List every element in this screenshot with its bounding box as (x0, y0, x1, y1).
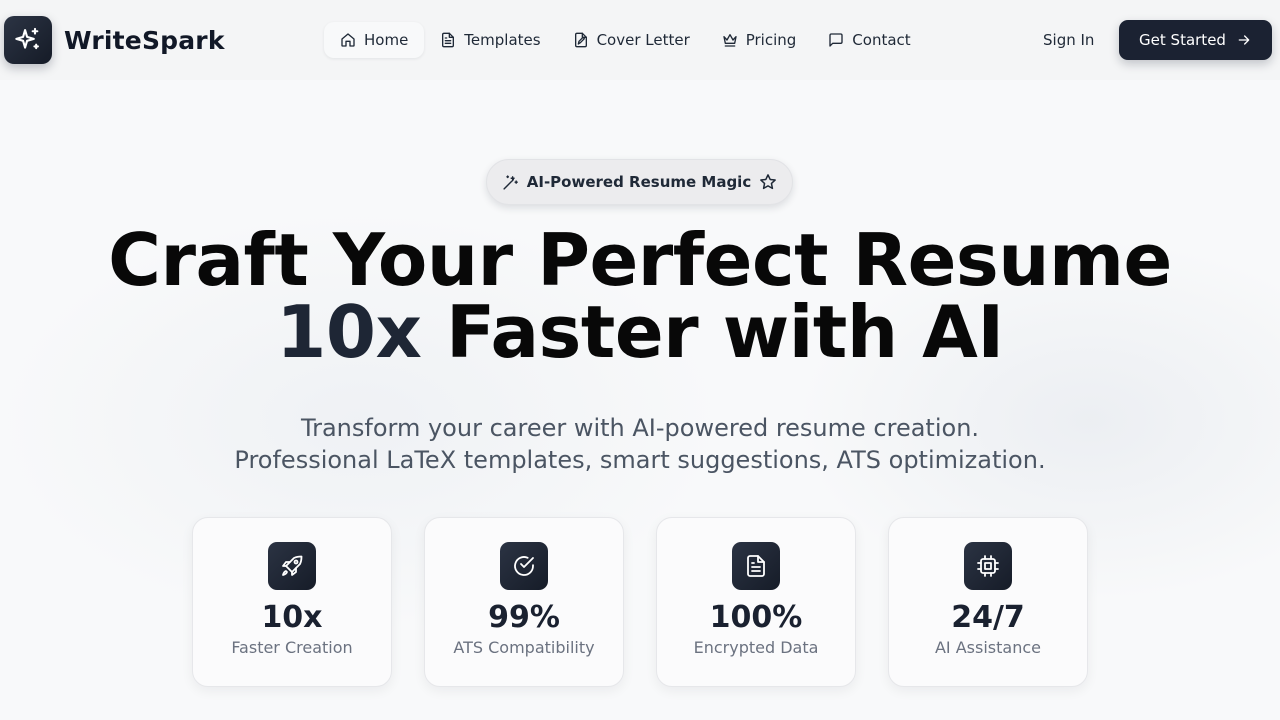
cpu-icon (964, 542, 1012, 590)
nav-item-contact[interactable]: Contact (812, 22, 926, 58)
file-text-icon (732, 542, 780, 590)
stat-card-assistance: 24/7 AI Assistance (888, 517, 1088, 687)
nav-item-cover-letter[interactable]: Cover Letter (557, 22, 706, 58)
stats-row: 10x Faster Creation 99% ATS Compatibilit… (192, 517, 1088, 687)
message-square-icon (829, 33, 843, 47)
stat-card-ats: 99% ATS Compatibility (424, 517, 624, 687)
headline-line-2: 10x Faster with AI (0, 296, 1280, 368)
stat-label: AI Assistance (934, 638, 1041, 657)
nav-item-home[interactable]: Home (324, 22, 425, 58)
nav-item-label: Templates (464, 31, 541, 49)
crown-icon (723, 34, 737, 47)
sparkles-icon (4, 16, 52, 64)
sign-in-button[interactable]: Sign In (1030, 22, 1107, 58)
headline-accent: 10x (276, 290, 422, 374)
subtitle-line-1: Transform your career with AI-powered re… (300, 414, 980, 442)
wand-sparkles-icon (502, 174, 519, 191)
get-started-button[interactable]: Get Started (1119, 20, 1272, 60)
star-icon (759, 173, 777, 191)
file-signature-icon (574, 32, 587, 48)
document-icon (442, 32, 455, 48)
stat-card-speed: 10x Faster Creation (192, 517, 392, 687)
stat-label: Faster Creation (231, 638, 353, 657)
hero-badge: AI-Powered Resume Magic (486, 159, 793, 205)
stat-value: 99% (488, 600, 560, 635)
headline-line-2-rest: Faster with AI (421, 290, 1004, 374)
stat-label: Encrypted Data (693, 638, 819, 657)
nav-item-pricing[interactable]: Pricing (706, 22, 813, 58)
get-started-label: Get Started (1139, 31, 1226, 49)
stat-card-encryption: 100% Encrypted Data (656, 517, 856, 687)
top-navigation-bar: WriteSpark Home Templates Cover Letter P… (0, 0, 1280, 80)
subtitle-line-2: Professional LaTeX templates, smart sugg… (234, 446, 1046, 474)
nav-item-label: Pricing (745, 31, 797, 49)
hero-subtitle: Transform your career with AI-powered re… (0, 412, 1280, 476)
hero-headline: Craft Your Perfect Resume 10x Faster wit… (0, 224, 1280, 368)
brand-name: WriteSpark (64, 25, 225, 55)
home-icon (341, 33, 355, 47)
brand-logo-link[interactable]: WriteSpark (4, 16, 225, 64)
stat-value: 100% (709, 600, 803, 635)
arrow-right-icon (1238, 35, 1250, 45)
rocket-icon (268, 542, 316, 590)
nav-item-label: Home (364, 31, 409, 49)
stat-label: ATS Compatibility (453, 638, 595, 657)
headline-line-1: Craft Your Perfect Resume (108, 218, 1172, 302)
nav-item-templates[interactable]: Templates (424, 22, 556, 58)
hero-badge-label: AI-Powered Resume Magic (526, 173, 752, 191)
stat-value: 10x (261, 600, 323, 635)
stat-value: 24/7 (951, 600, 1025, 635)
main-nav: Home Templates Cover Letter Pricing Cont… (324, 22, 927, 58)
check-circle-icon (500, 542, 548, 590)
nav-item-label: Contact (852, 31, 911, 49)
nav-item-label: Cover Letter (596, 31, 690, 49)
